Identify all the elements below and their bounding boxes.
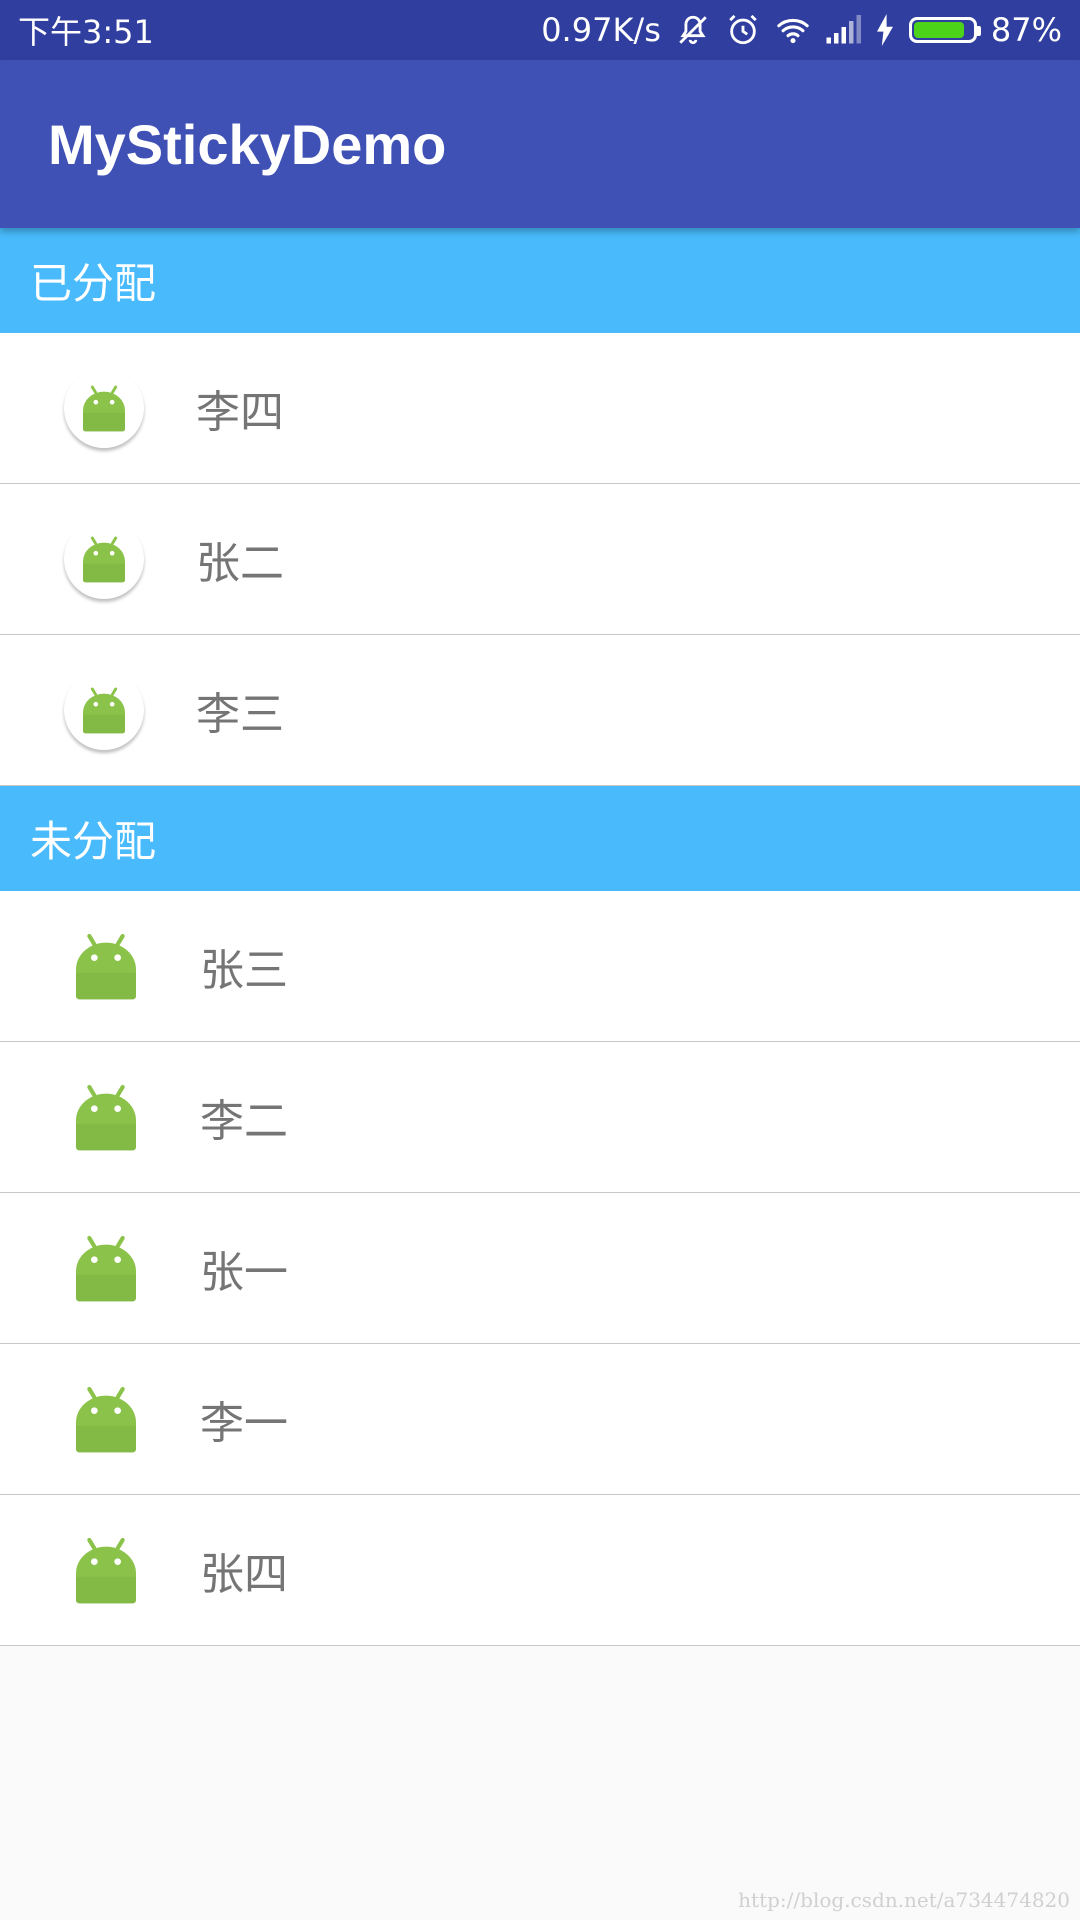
app-title: MyStickyDemo [48, 112, 447, 176]
list-item[interactable]: 李三 [0, 635, 1080, 786]
android-avatar-icon [64, 1528, 148, 1612]
list-item[interactable]: 张二 [0, 484, 1080, 635]
list-item-label: 张三 [200, 945, 288, 996]
android-avatar-icon [64, 1226, 148, 1310]
list-item-label: 李二 [200, 1096, 288, 1147]
status-time: 下午3:51 [18, 13, 154, 51]
list-item-label: 李一 [200, 1398, 288, 1449]
signal-icon [825, 12, 861, 48]
list-item[interactable]: 李一 [0, 1344, 1080, 1495]
network-speed: 0.97K/s [541, 11, 661, 49]
android-avatar-icon [64, 519, 144, 599]
list-item[interactable]: 李四 [0, 333, 1080, 484]
sticky-list[interactable]: 已分配李四张二李三未分配张三李二张一李一张四 [0, 228, 1080, 1646]
list-item-label: 李三 [196, 689, 284, 740]
alarm-icon [725, 12, 761, 48]
status-icons: 0.97K/s 87% [541, 11, 1062, 49]
android-avatar-icon [64, 368, 144, 448]
list-item-label: 张一 [200, 1247, 288, 1298]
watermark: http://blog.csdn.net/a734474820 [738, 1888, 1070, 1912]
charging-icon [875, 12, 895, 48]
battery-icon [908, 17, 981, 43]
list-item-label: 张四 [200, 1549, 288, 1600]
list-item[interactable]: 李二 [0, 1042, 1080, 1193]
section-header: 未分配 [0, 786, 1080, 891]
android-avatar-icon [64, 1377, 148, 1461]
status-bar: 下午3:51 0.97K/s 87% [0, 0, 1080, 60]
android-avatar-icon [64, 1075, 148, 1159]
list-item-label: 张二 [196, 538, 284, 589]
list-item[interactable]: 张四 [0, 1495, 1080, 1646]
android-avatar-icon [64, 670, 144, 750]
list-item[interactable]: 张三 [0, 891, 1080, 1042]
mute-icon [675, 12, 711, 48]
wifi-icon [775, 12, 811, 48]
app-bar: MyStickyDemo [0, 60, 1080, 228]
list-item-label: 李四 [196, 387, 284, 438]
battery-percent: 87% [990, 11, 1062, 49]
list-item[interactable]: 张一 [0, 1193, 1080, 1344]
android-avatar-icon [64, 924, 148, 1008]
section-header: 已分配 [0, 228, 1080, 333]
battery-level-fill [913, 22, 964, 38]
